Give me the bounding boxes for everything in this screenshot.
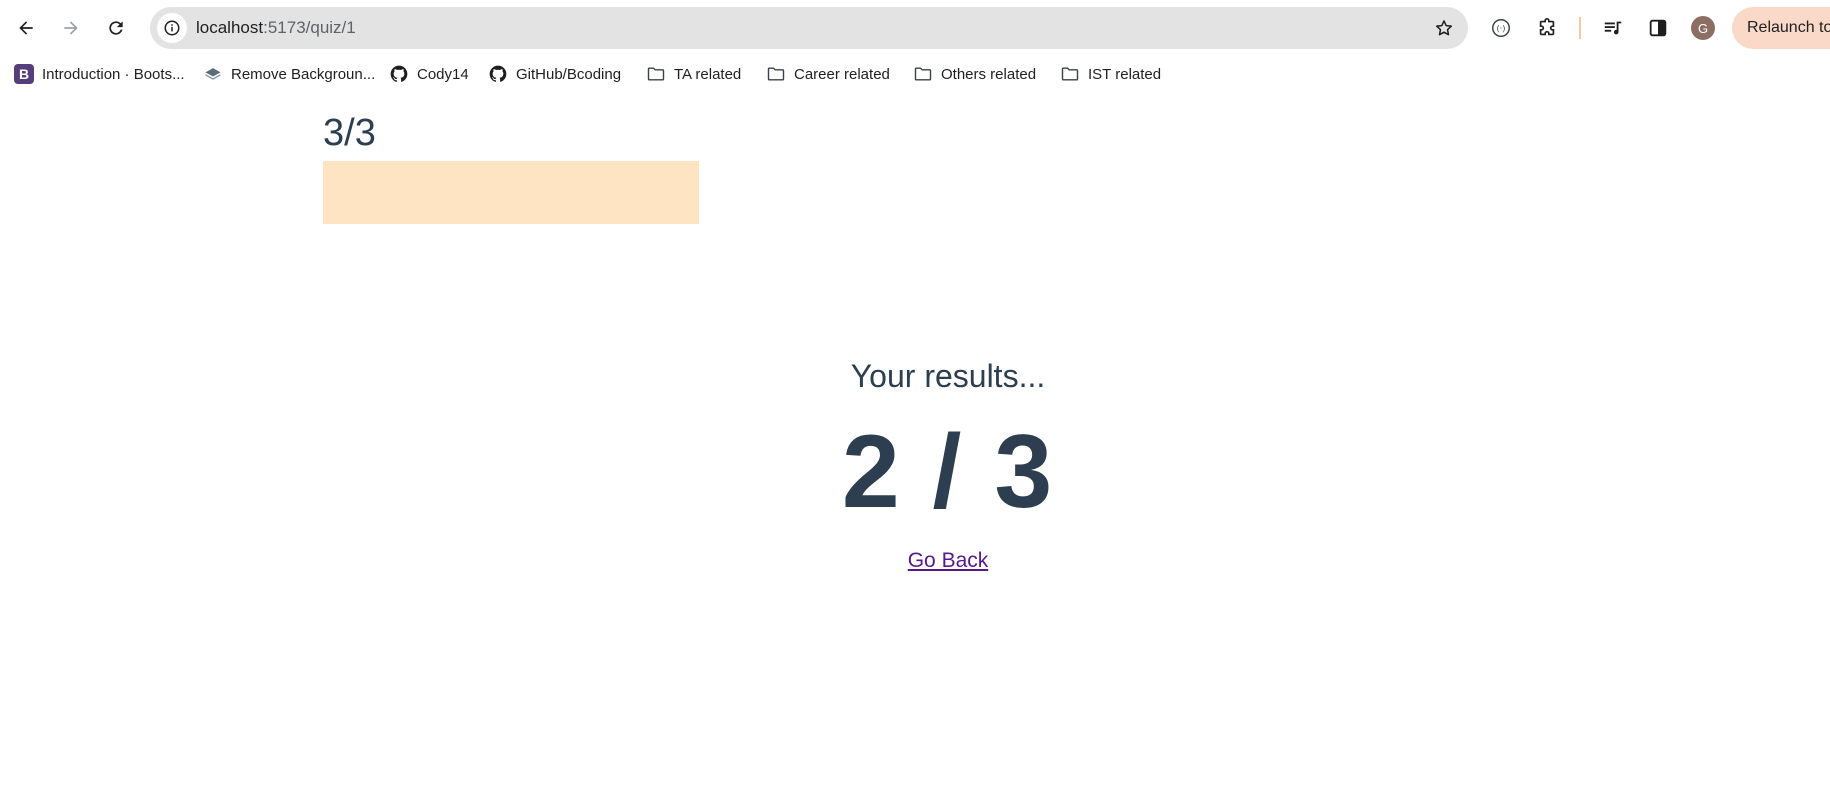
bookmark-label: GitHub/Bcoding bbox=[516, 65, 622, 83]
profile-avatar[interactable]: G bbox=[1691, 16, 1715, 40]
reload-button[interactable] bbox=[98, 10, 134, 46]
address-bar[interactable]: localhost:5173/quiz/1 bbox=[150, 7, 1468, 49]
extension-button[interactable]: (·) bbox=[1487, 14, 1515, 42]
bookmark-github-bcoding[interactable]: GitHub/Bcoding bbox=[488, 62, 621, 86]
arrow-right-icon bbox=[64, 21, 78, 35]
github-icon bbox=[389, 64, 409, 84]
quiz-progress-label: 3/3 bbox=[323, 112, 376, 154]
results-heading: Your results... bbox=[850, 358, 1046, 394]
results-section: Your results... 2 / 3 Go Back bbox=[0, 355, 1830, 573]
score-display: 2 / 3 bbox=[841, 414, 1055, 530]
browser-toolbar: localhost:5173/quiz/1 (·) G Relaunch to bbox=[0, 0, 1830, 56]
bookmark-label: IST related bbox=[1088, 65, 1162, 83]
relaunch-button[interactable]: Relaunch to bbox=[1732, 7, 1830, 49]
toolbar-separator bbox=[1579, 17, 1581, 39]
folder-icon bbox=[766, 64, 786, 84]
bookmark-label: Career related bbox=[794, 65, 890, 83]
url-text[interactable]: localhost:5173/quiz/1 bbox=[196, 18, 356, 38]
star-icon bbox=[1436, 20, 1452, 36]
bookmark-folder-career[interactable]: Career related bbox=[766, 62, 890, 86]
url-path: :5173/quiz/1 bbox=[263, 18, 356, 37]
layers-icon bbox=[203, 64, 223, 84]
bookmark-remove-background[interactable]: Remove Backgroun... bbox=[203, 62, 375, 86]
quiz-progress-bar bbox=[323, 161, 699, 224]
forward-button[interactable] bbox=[53, 10, 89, 46]
bookmark-star-button[interactable] bbox=[1432, 16, 1456, 40]
bookmarks-bar: B Introduction · Boots... Remove Backgro… bbox=[0, 56, 1830, 92]
bookmark-cody14[interactable]: Cody14 bbox=[389, 62, 469, 86]
folder-icon bbox=[646, 64, 666, 84]
folder-icon bbox=[913, 64, 933, 84]
extensions-menu-button[interactable] bbox=[1533, 14, 1561, 42]
folder-icon bbox=[1060, 64, 1080, 84]
bookmark-folder-ta[interactable]: TA related bbox=[646, 62, 741, 86]
back-button[interactable] bbox=[8, 10, 44, 46]
bookmark-label: TA related bbox=[674, 65, 742, 83]
info-icon bbox=[164, 20, 180, 36]
go-back-link[interactable]: Go Back bbox=[908, 549, 989, 573]
extension-circle-icon: (·) bbox=[1492, 19, 1510, 37]
side-panel-icon bbox=[1649, 19, 1667, 37]
bookmark-folder-ist[interactable]: IST related bbox=[1060, 62, 1161, 86]
bootstrap-icon: B bbox=[14, 64, 34, 84]
puzzle-icon bbox=[1539, 18, 1555, 36]
queue-music-icon bbox=[1604, 21, 1622, 35]
bookmark-label: Others related bbox=[941, 65, 1037, 83]
arrow-left-icon bbox=[19, 21, 33, 35]
media-controls-button[interactable] bbox=[1599, 14, 1627, 42]
bookmark-introduction-bootstrap[interactable]: B Introduction · Boots... bbox=[14, 62, 185, 86]
bookmark-folder-others[interactable]: Others related bbox=[913, 62, 1036, 86]
url-host: localhost bbox=[196, 18, 264, 37]
bookmark-label: Cody14 bbox=[417, 65, 469, 83]
github-icon bbox=[488, 64, 508, 84]
reload-icon bbox=[109, 21, 123, 35]
bookmark-label: Remove Backgroun... bbox=[231, 65, 376, 83]
side-panel-button[interactable] bbox=[1644, 14, 1672, 42]
bookmark-label: Introduction · Boots... bbox=[42, 65, 185, 83]
svg-text:(·): (·) bbox=[1496, 23, 1505, 33]
site-info-button[interactable] bbox=[157, 13, 187, 43]
